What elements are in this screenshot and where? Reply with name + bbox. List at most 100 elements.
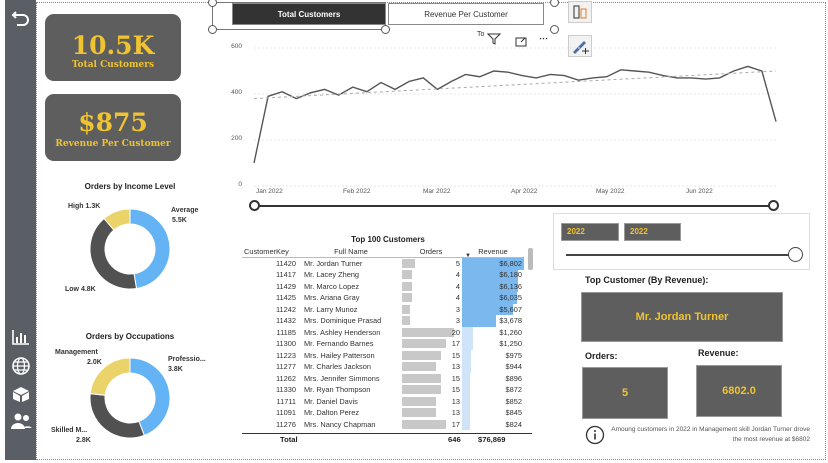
top-customer-title: Top Customer (By Revenue): [585, 275, 709, 285]
revenue-value: $1,250 [499, 339, 522, 349]
orders-value: 15 [451, 385, 460, 395]
table-row[interactable]: 11711 Mr. Daniel Davis 13 $852 [242, 395, 524, 407]
cell-revenue: $824 [462, 418, 524, 430]
table-row[interactable]: 11420 Mr. Jordan Turner 5 $6,802 [242, 258, 524, 270]
year-end-input[interactable]: 2022 [624, 223, 681, 241]
occupation-label-professional-name: Professio... [168, 356, 206, 363]
orders-value: 4 [455, 270, 460, 280]
cell-fullname: Mr. Marco Lopez [304, 281, 360, 291]
table-row[interactable]: 11276 Mrs. Nancy Chapman 17 $824 [242, 418, 524, 431]
table-row[interactable]: 11091 Mr. Dalton Perez 13 $845 [242, 407, 524, 419]
cell-fullname: Mr. Larry Munoz [304, 304, 358, 314]
donut-slice-skilled[interactable] [89, 393, 145, 439]
date-range-slider-end[interactable] [768, 200, 779, 211]
orders-databar [402, 327, 454, 337]
cell-orders: 15 [400, 384, 462, 396]
cell-fullname: Mr. Dalton Perez [304, 408, 360, 418]
table-row[interactable]: 11242 Mr. Larry Munoz 3 $5,607 [242, 303, 524, 316]
cell-orders: 17 [400, 419, 462, 431]
year-start-input[interactable]: 2022 [561, 223, 619, 241]
table-row[interactable]: 11300 Mr. Fernando Barnes 17 $1,250 [242, 338, 524, 350]
cell-fullname: Mrs. Jennifer Simmons [304, 373, 380, 383]
revenue-databar [462, 326, 473, 338]
revenue-databar [462, 395, 470, 407]
cell-orders: 13 [400, 361, 462, 373]
table-scrollbar[interactable] [528, 248, 533, 270]
orders-value: 15 [451, 350, 460, 360]
cell-revenue: $872 [462, 384, 524, 396]
year-slider-handle[interactable] [788, 247, 803, 262]
tab-total-customers[interactable]: Total Customers [232, 3, 386, 25]
income-label-high: High 1.3K [68, 203, 101, 210]
resize-handle-br[interactable] [550, 25, 559, 34]
nav-sidebar [5, 0, 36, 460]
revenue-value: $852 [505, 396, 522, 406]
revenue-value: $6,180 [499, 270, 522, 280]
revenue-value: $896 [505, 373, 522, 383]
income-donut-title: Orders by Income Level [84, 182, 176, 191]
resize-handle-bm[interactable] [381, 25, 390, 34]
y-tick-0: 0 [238, 181, 242, 188]
orders-databar [402, 316, 410, 325]
cell-customerkey: 11242 [275, 304, 296, 314]
bar-chart-icon[interactable] [5, 326, 36, 348]
table-row[interactable]: 11417 Mr. Lacey Zheng 4 $6,180 [242, 269, 524, 281]
table-row[interactable]: 11223 Mrs. Hailey Patterson 15 $975 [242, 349, 524, 361]
orders-databar [402, 362, 436, 371]
orders-value: 3 [455, 304, 460, 314]
top-customers-table: CustomerKey Full Name Orders ▼ Revenue 11… [242, 246, 532, 446]
donut-slice-average[interactable] [129, 208, 171, 290]
orders-value: 13 [451, 396, 460, 406]
orders-value: 5 [455, 259, 460, 268]
cell-fullname: Mrs. Ariana Gray [304, 293, 360, 303]
back-arrow-icon[interactable] [5, 6, 36, 30]
col-header-customerkey[interactable]: CustomerKey [242, 246, 302, 258]
cell-orders: 4 [400, 292, 462, 304]
col-header-revenue[interactable]: ▼ Revenue [462, 246, 524, 259]
format-visual-icon[interactable] [568, 1, 592, 23]
globe-icon[interactable] [5, 354, 36, 378]
table-row[interactable]: 11330 Mr. Ryan Thompson 15 $872 [242, 384, 524, 396]
table-row[interactable]: 11277 Mr. Charles Jackson 13 $944 [242, 361, 524, 373]
revenue-per-customer-label: Revenue Per Customer [55, 139, 171, 149]
table-row[interactable]: 11429 Mr. Marco Lopez 4 $6,136 [242, 280, 524, 292]
cell-revenue: $3,678 [462, 315, 524, 327]
revenue-value: $1,260 [499, 327, 522, 337]
col-header-orders[interactable]: Orders [400, 246, 462, 258]
cell-orders: 5 [400, 258, 462, 270]
date-range-slider-track[interactable] [255, 205, 773, 207]
cell-customerkey: 11432 [275, 316, 296, 326]
table-row[interactable]: 11432 Mrs. Dominique Prasad 3 $3,678 [242, 315, 524, 327]
cell-orders: 3 [400, 304, 462, 316]
orders-value: 3 [455, 316, 460, 326]
info-icon[interactable] [585, 425, 605, 450]
income-label-average-value: 5.5K [172, 217, 187, 224]
top-customer-name: Mr. Jordan Turner [581, 292, 783, 342]
product-box-icon[interactable] [5, 383, 36, 405]
occupation-label-management-name: Management [55, 349, 98, 356]
date-range-slider-start[interactable] [249, 200, 260, 211]
table-row[interactable]: 11425 Mrs. Ariana Gray 4 $6,035 [242, 292, 524, 304]
orders-value: 4 [455, 293, 460, 303]
year-slider-track[interactable] [566, 254, 792, 256]
customers-icon[interactable] [5, 410, 36, 434]
occupation-label-skilled-value: 2.8K [76, 437, 91, 444]
orders-value: 20 [451, 327, 460, 337]
table-row[interactable]: 11185 Mrs. Ashley Henderson 20 $1,260 [242, 326, 524, 338]
resize-handle-bl[interactable] [208, 25, 217, 34]
tab-revenue-per-customer[interactable]: Revenue Per Customer [388, 3, 544, 25]
cell-revenue: $975 [462, 349, 524, 361]
insight-text: Amoung customers in 2022 in Management s… [611, 426, 810, 443]
cell-fullname: Mr. Jordan Turner [304, 259, 363, 268]
orders-databar [402, 304, 410, 314]
cell-customerkey: 11223 [275, 350, 296, 360]
occupation-label-management-value: 2.0K [87, 359, 102, 366]
col-header-fullname[interactable]: Full Name [302, 246, 400, 258]
table-row[interactable]: 11262 Mrs. Jennifer Simmons 15 $896 [242, 372, 524, 384]
revenue-databar [462, 372, 470, 384]
revenue-databar [462, 418, 470, 430]
orders-value: 17 [451, 339, 460, 349]
cell-customerkey: 11330 [275, 385, 296, 395]
y-tick-400: 400 [231, 89, 242, 96]
total-customers-label: Total Customers [71, 60, 155, 70]
